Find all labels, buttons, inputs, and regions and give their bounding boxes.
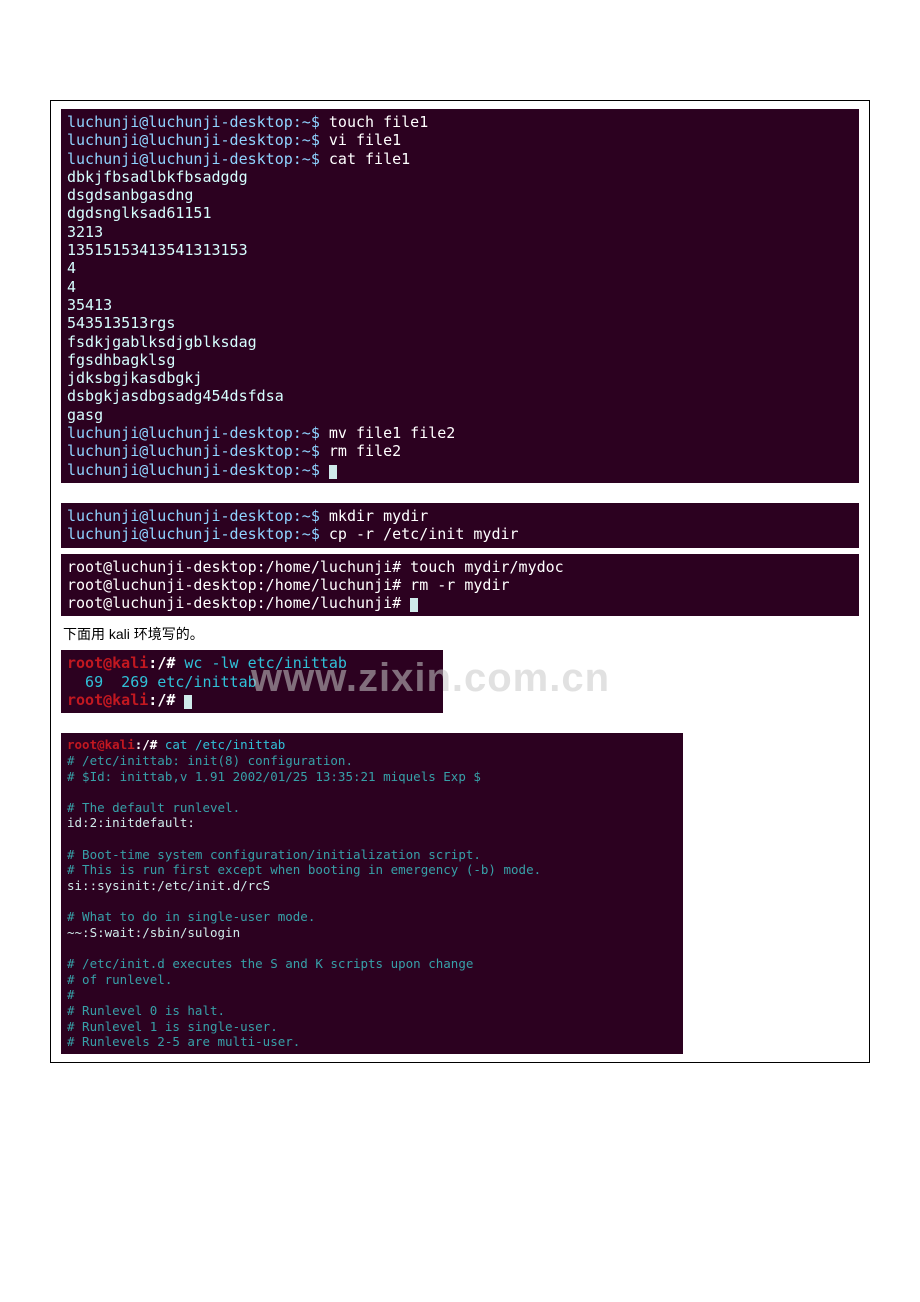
terminal-block-2: luchunji@luchunji-desktop:~$ mkdir mydir…: [61, 503, 859, 548]
terminal-block-4: root@kali:/# wc -lw etc/inittab 69 269 e…: [61, 650, 443, 713]
terminal-block-3: root@luchunji-desktop:/home/luchunji# to…: [61, 554, 859, 617]
caption-kali: 下面用 kali 环境写的。: [63, 624, 859, 644]
terminal-block-1: luchunji@luchunji-desktop:~$ touch file1…: [61, 109, 859, 483]
terminal-block-5: root@kali:/# cat /etc/inittab # /etc/ini…: [61, 733, 683, 1054]
document-page: luchunji@luchunji-desktop:~$ touch file1…: [50, 100, 870, 1063]
